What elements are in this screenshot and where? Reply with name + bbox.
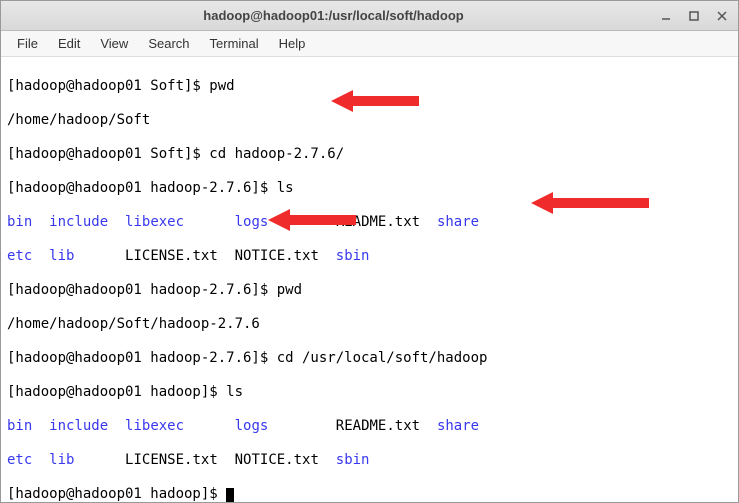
file-entry: README.txt <box>336 214 420 230</box>
close-button[interactable] <box>714 8 730 24</box>
file-entry: README.txt <box>336 418 420 434</box>
titlebar: hadoop@hadoop01:/usr/local/soft/hadoop <box>1 1 738 31</box>
terminal-content[interactable]: [hadoop@hadoop01 Soft]$ pwd /home/hadoop… <box>1 57 738 502</box>
cursor <box>226 488 234 502</box>
dir-entry: lib <box>49 452 74 468</box>
dir-entry: share <box>437 418 479 434</box>
dir-entry: libexec <box>125 214 184 230</box>
window-title: hadoop@hadoop01:/usr/local/soft/hadoop <box>9 8 658 23</box>
terminal-line: etc lib LICENSE.txt NOTICE.txt sbin <box>7 248 732 265</box>
prompt: [hadoop@hadoop01 hadoop]$ <box>7 486 226 502</box>
terminal-line: bin include libexec logs README.txt shar… <box>7 418 732 435</box>
dir-entry: logs <box>235 418 269 434</box>
terminal-line: [hadoop@hadoop01 hadoop-2.7.6]$ pwd <box>7 282 732 299</box>
terminal-line: [hadoop@hadoop01 Soft]$ cd hadoop-2.7.6/ <box>7 146 732 163</box>
dir-entry: etc <box>7 452 32 468</box>
menu-edit[interactable]: Edit <box>50 33 88 54</box>
terminal-window: hadoop@hadoop01:/usr/local/soft/hadoop F… <box>0 0 739 503</box>
file-entry: NOTICE.txt <box>235 248 319 264</box>
menu-search[interactable]: Search <box>140 33 197 54</box>
dir-entry: lib <box>49 248 74 264</box>
menubar: File Edit View Search Terminal Help <box>1 31 738 57</box>
maximize-button[interactable] <box>686 8 702 24</box>
dir-entry: bin <box>7 418 32 434</box>
terminal-line: [hadoop@hadoop01 hadoop-2.7.6]$ ls <box>7 180 732 197</box>
terminal-line: /home/hadoop/Soft/hadoop-2.7.6 <box>7 316 732 333</box>
menu-view[interactable]: View <box>92 33 136 54</box>
terminal-line: [hadoop@hadoop01 hadoop]$ ls <box>7 384 732 401</box>
terminal-line: bin include libexec logs README.txt shar… <box>7 214 732 231</box>
file-entry: LICENSE.txt <box>125 248 218 264</box>
menu-help[interactable]: Help <box>271 33 314 54</box>
dir-entry: sbin <box>336 248 370 264</box>
dir-entry: etc <box>7 248 32 264</box>
terminal-line: [hadoop@hadoop01 hadoop-2.7.6]$ cd /usr/… <box>7 350 732 367</box>
terminal-line: [hadoop@hadoop01 hadoop]$ <box>7 486 732 502</box>
file-entry: NOTICE.txt <box>235 452 319 468</box>
minimize-button[interactable] <box>658 8 674 24</box>
dir-entry: bin <box>7 214 32 230</box>
dir-entry: include <box>49 418 108 434</box>
dir-entry: sbin <box>336 452 370 468</box>
dir-entry: logs <box>235 214 269 230</box>
menu-file[interactable]: File <box>9 33 46 54</box>
dir-entry: libexec <box>125 418 184 434</box>
dir-entry: share <box>437 214 479 230</box>
window-controls <box>658 8 730 24</box>
menu-terminal[interactable]: Terminal <box>202 33 267 54</box>
dir-entry: include <box>49 214 108 230</box>
terminal-line: [hadoop@hadoop01 Soft]$ pwd <box>7 78 732 95</box>
terminal-line: /home/hadoop/Soft <box>7 112 732 129</box>
file-entry: LICENSE.txt <box>125 452 218 468</box>
terminal-line: etc lib LICENSE.txt NOTICE.txt sbin <box>7 452 732 469</box>
